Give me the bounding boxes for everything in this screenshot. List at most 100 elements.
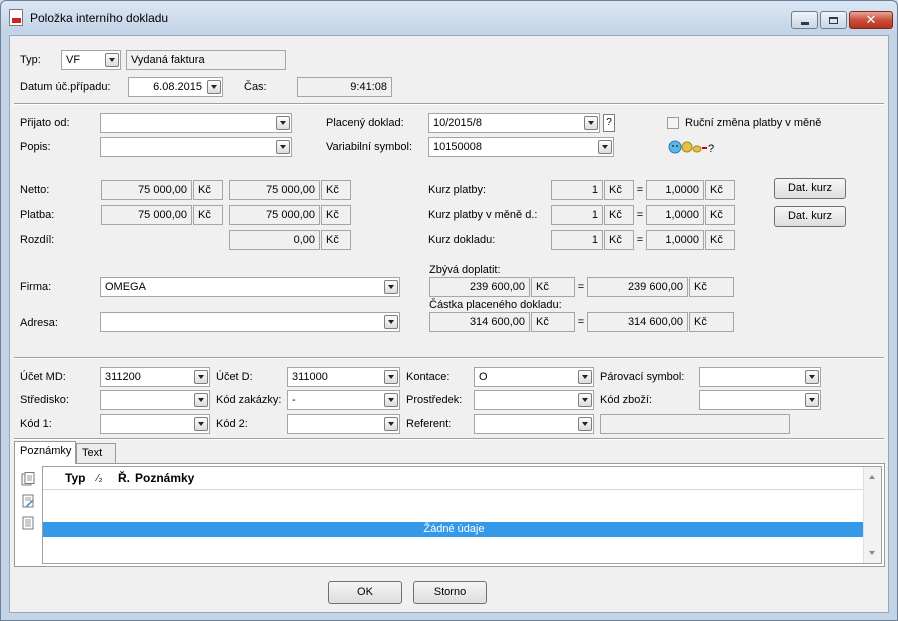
title-bar[interactable]: Položka interního dokladu ✕ xyxy=(1,1,897,35)
scroll-down-icon[interactable] xyxy=(869,551,875,555)
popis-select[interactable] xyxy=(100,137,292,157)
col-r[interactable]: Ř. xyxy=(118,471,130,485)
adresa-select[interactable] xyxy=(100,312,400,332)
kurz-mene-currency: Kč xyxy=(604,205,634,225)
minimize-button[interactable] xyxy=(791,11,818,29)
chevron-down-icon[interactable] xyxy=(194,417,208,431)
tab-poznamky[interactable]: Poznámky xyxy=(14,441,76,464)
chevron-down-icon[interactable] xyxy=(384,280,398,294)
firma-label: Firma: xyxy=(20,281,51,293)
datum-field[interactable]: 6.08.2015 xyxy=(128,77,223,97)
platba-value-2: 75 000,00 xyxy=(229,205,320,225)
zbyva-value-2: 239 600,00 xyxy=(587,277,688,297)
referent-select[interactable] xyxy=(474,414,594,434)
kontace-select[interactable]: O xyxy=(474,367,594,387)
cancel-button[interactable]: Storno xyxy=(413,581,487,604)
kurz-platby-label: Kurz platby: xyxy=(428,184,486,196)
netto-currency-1: Kč xyxy=(193,180,223,200)
kurz-dokladu-b: 1,0000 xyxy=(646,230,704,250)
ucet-md-label: Účet MD: xyxy=(20,371,66,383)
cas-field[interactable]: 9:41:08 xyxy=(297,77,392,97)
chevron-down-icon[interactable] xyxy=(194,393,208,407)
kurz-platby-a: 1 xyxy=(551,180,603,200)
varsym-select[interactable]: 10150008 xyxy=(428,137,614,157)
parovaci-select[interactable] xyxy=(699,367,821,387)
adresa-label: Adresa: xyxy=(20,317,58,329)
chevron-down-icon[interactable] xyxy=(384,393,398,407)
netto-label: Netto: xyxy=(20,184,49,196)
kod-zbozi-select[interactable] xyxy=(699,390,821,410)
netto-value-1: 75 000,00 xyxy=(101,180,192,200)
rucni-checkbox[interactable] xyxy=(667,117,679,129)
zbyva-value-1: 239 600,00 xyxy=(429,277,530,297)
equals-sign: = xyxy=(635,234,645,246)
prostredek-label: Prostředek: xyxy=(406,394,462,406)
equals-sign: = xyxy=(635,184,645,196)
rozdil-label: Rozdíl: xyxy=(20,234,54,246)
chevron-down-icon[interactable] xyxy=(805,370,819,384)
kod2-select[interactable] xyxy=(287,414,400,434)
ok-button[interactable]: OK xyxy=(328,581,402,604)
chevron-down-icon[interactable] xyxy=(805,393,819,407)
chevron-down-icon[interactable] xyxy=(384,370,398,384)
ucet-d-select[interactable]: 311000 xyxy=(287,367,400,387)
calendar-dropdown-icon[interactable] xyxy=(207,80,221,94)
col-sort-indicator[interactable]: ⁄₂ xyxy=(97,473,103,484)
placeny-label: Placený doklad: xyxy=(326,117,404,129)
kod2-label: Kód 2: xyxy=(216,418,248,430)
dat-kurz-button-1[interactable]: Dat. kurz xyxy=(774,178,846,199)
chevron-down-icon[interactable] xyxy=(384,417,398,431)
vertical-scrollbar[interactable] xyxy=(863,467,881,563)
notes-panel: Typ ⁄₂ Ř. Poznámky Žádné údaje xyxy=(14,463,885,567)
chevron-down-icon[interactable] xyxy=(578,417,592,431)
chevron-down-icon[interactable] xyxy=(194,370,208,384)
maximize-button[interactable] xyxy=(820,11,847,29)
chevron-down-icon[interactable] xyxy=(598,140,612,154)
referent-label: Referent: xyxy=(406,418,451,430)
ucet-d-label: Účet D: xyxy=(216,371,253,383)
placeny-select[interactable]: 10/2015/8 xyxy=(428,113,600,133)
typ-select[interactable]: VF xyxy=(61,50,121,70)
castka-value-2: 314 600,00 xyxy=(587,312,688,332)
chevron-down-icon[interactable] xyxy=(384,315,398,329)
kurz-platby-currency: Kč xyxy=(604,180,634,200)
referent-description xyxy=(600,414,790,434)
empty-row: Žádné údaje xyxy=(43,522,865,537)
rucni-label: Ruční změna platby v měně xyxy=(685,117,821,129)
chevron-down-icon[interactable] xyxy=(276,140,290,154)
notes-grid[interactable]: Typ ⁄₂ Ř. Poznámky Žádné údaje xyxy=(42,466,882,564)
castka-currency-1: Kč xyxy=(531,312,575,332)
kod1-select[interactable] xyxy=(100,414,210,434)
placeny-help-button[interactable]: ? xyxy=(603,114,615,132)
minimize-icon xyxy=(801,22,809,25)
prostredek-select[interactable] xyxy=(474,390,594,410)
chevron-down-icon[interactable] xyxy=(578,370,592,384)
castka-value-1: 314 600,00 xyxy=(429,312,530,332)
stredisko-select[interactable] xyxy=(100,390,210,410)
window-title: Položka interního dokladu xyxy=(30,11,168,25)
chevron-down-icon[interactable] xyxy=(578,393,592,407)
dat-kurz-button-2[interactable]: Dat. kurz xyxy=(774,206,846,227)
close-button[interactable]: ✕ xyxy=(849,11,893,29)
scroll-up-icon[interactable] xyxy=(869,475,875,479)
chevron-down-icon[interactable] xyxy=(105,53,119,67)
tab-text[interactable]: Text xyxy=(76,443,116,464)
kurz-mene-label: Kurz platby v měně d.: xyxy=(428,209,537,221)
edit-note-icon[interactable] xyxy=(21,494,35,508)
kurz-dokladu-currency: Kč xyxy=(604,230,634,250)
kurz-mene-currency-b: Kč xyxy=(705,205,735,225)
prijato-select[interactable] xyxy=(100,113,292,133)
col-typ[interactable]: Typ xyxy=(65,471,85,485)
kod-zakazky-select[interactable]: - xyxy=(287,390,400,410)
ucet-md-select[interactable]: 311200 xyxy=(100,367,210,387)
col-poznamky[interactable]: Poznámky xyxy=(135,471,194,485)
kurz-platby-currency-b: Kč xyxy=(705,180,735,200)
currency-convert-icon[interactable]: ? xyxy=(667,137,715,155)
chevron-down-icon[interactable] xyxy=(276,116,290,130)
castka-currency-2: Kč xyxy=(689,312,734,332)
chevron-down-icon[interactable] xyxy=(584,116,598,130)
delete-note-icon[interactable] xyxy=(21,516,35,530)
firma-select[interactable]: OMEGA xyxy=(100,277,400,297)
new-note-icon[interactable] xyxy=(21,472,35,486)
kurz-dokladu-label: Kurz dokladu: xyxy=(428,234,495,246)
